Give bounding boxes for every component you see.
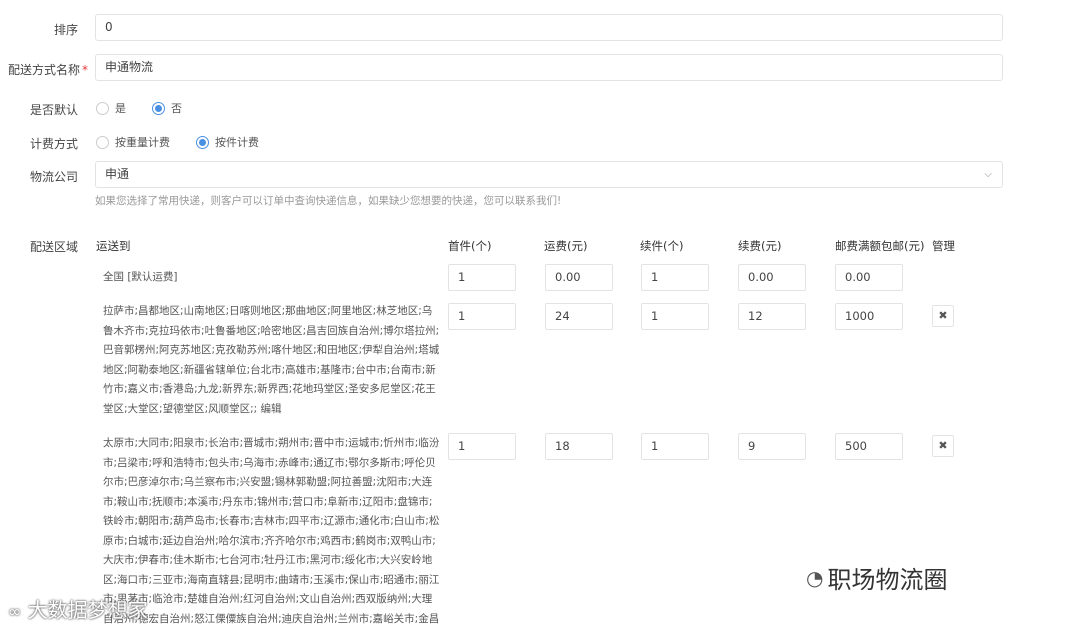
company-hint: 如果您选择了常用快递，则客户可以订单中查询快递信息，如果缺少您想要的快递，您可以… (95, 195, 562, 207)
watermark-brand: ◔ 职场物流圈 (806, 560, 947, 595)
default-no-label[interactable]: 否 (171, 100, 182, 116)
name-label-text: 配送方式名称 (7, 63, 80, 77)
sort-input[interactable]: 0 (95, 14, 1003, 41)
close-x-icon[interactable]: ✖ (932, 305, 954, 327)
billing-piece-label[interactable]: 按件计费 (215, 134, 259, 150)
row-extra-fee-input[interactable]: 0.00 (738, 264, 806, 291)
sort-label: 排序 (53, 23, 78, 37)
row-extra-fee-input[interactable]: 9 (738, 433, 806, 460)
chevron-down-icon: ⌵ (984, 169, 992, 180)
header-free-shipping: 邮费满额包邮(元) (835, 239, 925, 253)
header-extra-fee: 续费(元) (738, 239, 782, 253)
row-first-fee-input[interactable]: 0.00 (545, 264, 613, 291)
wechat-icon: ◔ (806, 565, 824, 590)
row-first-fee-input[interactable]: 18 (545, 433, 613, 460)
header-destination: 运送到 (96, 239, 131, 253)
billing-piece-radio[interactable] (196, 135, 209, 149)
row-extra-fee-input[interactable]: 12 (738, 303, 806, 330)
header-first-fee: 运费(元) (544, 239, 588, 253)
default-label: 是否默认 (29, 103, 78, 117)
billing-radio-group: 按重量计费 按件计费 (96, 134, 279, 150)
row-extra-input[interactable]: 1 (641, 303, 709, 330)
shipping-name-input[interactable]: 申通物流 (95, 54, 1003, 81)
header-extra-piece: 续件(个) (640, 239, 684, 253)
row-region-list: 拉萨市;昌都地区;山南地区;日喀则地区;那曲地区;阿里地区;林芝地区;乌鲁木齐市… (103, 305, 440, 415)
watermark-logo-icon: ∞ (8, 602, 22, 621)
default-no-radio[interactable] (152, 101, 165, 115)
row-free-input[interactable]: 1000 (835, 303, 903, 330)
row-first-input[interactable]: 1 (448, 264, 516, 291)
billing-label: 计费方式 (29, 137, 78, 151)
company-label: 物流公司 (29, 170, 78, 184)
company-select-value: 申通 (105, 167, 130, 181)
region-section-label: 配送区域 (29, 240, 78, 254)
header-manage: 管理 (932, 239, 955, 253)
watermark-left: ∞ 大数据梦想家 (8, 594, 148, 623)
row-first-fee-input[interactable]: 24 (545, 303, 613, 330)
close-x-icon[interactable]: ✖ (932, 435, 954, 457)
required-mark: * (82, 63, 88, 77)
watermark-left-text: 大数据梦想家 (27, 598, 148, 622)
name-label: 配送方式名称 * (0, 61, 88, 78)
row-free-input[interactable]: 500 (835, 433, 903, 460)
row-region-list: 太原市;大同市;阳泉市;长治市;晋城市;朔州市;晋中市;运城市;忻州市;临汾市;… (103, 437, 440, 625)
default-yes-label[interactable]: 是 (115, 100, 126, 116)
row-first-input[interactable]: 1 (448, 433, 516, 460)
row-region-default: 全国 [默认运费] (103, 271, 178, 283)
row-extra-input[interactable]: 1 (641, 264, 709, 291)
watermark-brand-text: 职场物流圈 (827, 566, 948, 594)
row-free-input[interactable]: 0.00 (835, 264, 903, 291)
default-yes-radio[interactable] (96, 101, 109, 115)
billing-weight-radio[interactable] (96, 135, 109, 149)
row-first-input[interactable]: 1 (448, 303, 516, 330)
company-select[interactable]: 申通 ⌵ (95, 161, 1003, 188)
default-radio-group: 是 否 (96, 100, 202, 116)
header-first-piece: 首件(个) (448, 239, 492, 253)
billing-weight-label[interactable]: 按重量计费 (115, 134, 170, 150)
row-extra-input[interactable]: 1 (641, 433, 709, 460)
